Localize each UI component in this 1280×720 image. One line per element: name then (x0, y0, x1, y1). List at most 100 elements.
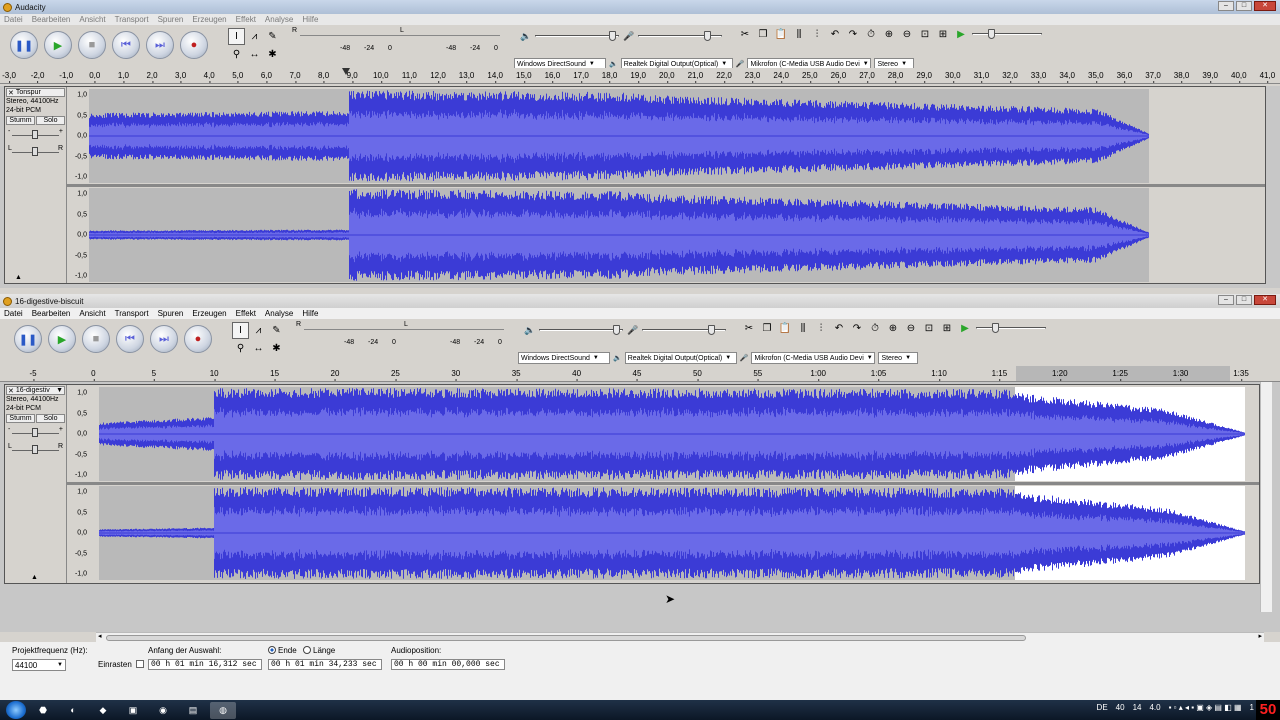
timeline-ruler[interactable]: -5 0 5 10 15 20 25 30 35 40 45 50 55 1:00 1:05 1:10 1:15… (0, 366, 1280, 382)
output-device-select[interactable]: Realtek Digital Output(Optical) ▼ (624, 352, 737, 364)
audio-host-select[interactable]: Windows DirectSound ▼ (518, 352, 610, 364)
audio-position-field[interactable]: 00 h 00 min 00,000 sec (391, 659, 505, 670)
pan-slider[interactable]: LR (8, 443, 63, 457)
silence-icon[interactable]: ⫶ (814, 323, 828, 334)
zoom-tool-icon[interactable]: ⚲ (228, 46, 245, 63)
multi-tool-icon[interactable]: ✱ (264, 46, 281, 63)
close-button[interactable]: ✕ (1254, 295, 1276, 305)
copy-icon[interactable]: ❐ (760, 323, 774, 334)
maximize-button[interactable]: □ (1236, 1, 1252, 11)
record-button[interactable]: ● (184, 325, 212, 353)
track-name-menu[interactable]: ✕ Tonspur (6, 88, 65, 97)
menu-transport[interactable]: Transport (115, 309, 149, 318)
length-radio[interactable] (303, 646, 311, 654)
redo-icon[interactable]: ↷ (846, 29, 860, 40)
menu-hilfe[interactable]: Hilfe (302, 15, 318, 24)
skip-end-button[interactable]: ⏭ (150, 325, 178, 353)
fit-project-icon[interactable]: ⊞ (936, 29, 950, 40)
envelope-tool-icon[interactable]: ⩘ (246, 28, 263, 45)
taskbar-app-3[interactable]: ◆ (90, 702, 116, 719)
gain-slider[interactable]: - + (8, 128, 63, 142)
minimize-button[interactable]: – (1218, 1, 1234, 11)
menu-analyse[interactable]: Analyse (265, 309, 293, 318)
collapse-track-icon[interactable]: ▲ (15, 274, 22, 281)
playback-meter[interactable]: R L (290, 27, 502, 47)
zoom-in-icon[interactable]: ⊕ (886, 323, 900, 334)
playback-position-marker[interactable] (342, 68, 350, 75)
timeline-ruler[interactable]: -3,0 -2,0 -1,0 0,0 1,0 2,0 3,0 4,0 5,0 6,0 7,0 8,0 9… (0, 68, 1280, 84)
paste-icon[interactable]: 📋 (774, 29, 788, 40)
maximize-button[interactable]: □ (1236, 295, 1252, 305)
record-button[interactable]: ● (180, 31, 208, 59)
scroll-right-icon[interactable]: ▸ (1258, 632, 1262, 640)
timeshift-tool-icon[interactable]: ↔ (246, 46, 263, 63)
input-volume-slider[interactable] (638, 30, 723, 42)
waveform-channel[interactable] (89, 188, 1149, 282)
start-button[interactable] (6, 701, 26, 719)
copy-icon[interactable]: ❐ (756, 29, 770, 40)
language-indicator[interactable]: DE (1097, 703, 1108, 712)
playback-meter[interactable]: R L (294, 321, 506, 341)
envelope-tool-icon[interactable]: ⩘ (250, 322, 267, 339)
pause-button[interactable]: ❚❚ (10, 31, 38, 59)
undo-icon[interactable]: ↶ (832, 323, 846, 334)
taskbar-explorer[interactable]: ▤ (180, 702, 206, 719)
play-button[interactable]: ▶ (44, 31, 72, 59)
taskbar-audacity[interactable]: ◍ (210, 701, 236, 719)
record-meter[interactable]: -48 -24 0 -48 -24 0 (290, 45, 502, 65)
draw-tool-icon[interactable]: ✎ (264, 28, 281, 45)
stop-button[interactable]: ■ (82, 325, 110, 353)
play-button[interactable]: ▶ (48, 325, 76, 353)
taskbar-app-2[interactable]: ◐ (60, 702, 86, 719)
title-bar[interactable]: 16-digestive-biscuit – □ ✕ (0, 294, 1280, 308)
silence-icon[interactable]: ⫶ (810, 29, 824, 40)
minimize-button[interactable]: – (1218, 295, 1234, 305)
zoom-tool-icon[interactable]: ⚲ (232, 340, 249, 357)
skip-end-button[interactable]: ⏭ (146, 31, 174, 59)
menu-effekt[interactable]: Effekt (236, 309, 256, 318)
menu-bearbeiten[interactable]: Bearbeiten (32, 309, 71, 318)
play-at-speed-icon[interactable]: ▶ (958, 323, 972, 334)
pan-slider[interactable]: LR (8, 145, 63, 159)
menu-ansicht[interactable]: Ansicht (79, 309, 105, 318)
menu-erzeugen[interactable]: Erzeugen (192, 309, 226, 318)
fit-selection-icon[interactable]: ⊡ (922, 323, 936, 334)
sync-lock-icon[interactable]: ⏱ (864, 29, 878, 40)
menu-effekt[interactable]: Effekt (236, 15, 256, 24)
scroll-left-icon[interactable]: ◂ (98, 632, 102, 640)
selection-start-field[interactable]: 00 h 01 min 16,312 sec (148, 659, 262, 670)
end-radio[interactable] (268, 646, 276, 654)
play-speed-slider[interactable] (976, 322, 1046, 334)
title-bar[interactable]: Audacity – □ ✕ (0, 0, 1280, 14)
cut-icon[interactable]: ✂ (742, 323, 756, 334)
menu-hilfe[interactable]: Hilfe (302, 309, 318, 318)
pause-button[interactable]: ❚❚ (14, 325, 42, 353)
solo-button[interactable]: Solo (36, 116, 65, 125)
menu-analyse[interactable]: Analyse (265, 15, 293, 24)
mute-button[interactable]: Stumm (6, 414, 35, 423)
mute-button[interactable]: Stumm (6, 116, 35, 125)
waveform-channel[interactable] (89, 89, 1149, 183)
input-volume-slider[interactable] (642, 324, 727, 336)
solo-button[interactable]: Solo (36, 414, 65, 423)
menu-bearbeiten[interactable]: Bearbeiten (32, 15, 71, 24)
fit-project-icon[interactable]: ⊞ (940, 323, 954, 334)
close-track-icon[interactable]: ✕ (8, 387, 14, 395)
redo-icon[interactable]: ↷ (850, 323, 864, 334)
play-at-speed-icon[interactable]: ▶ (954, 29, 968, 40)
close-button[interactable]: ✕ (1254, 1, 1276, 11)
selection-tool-icon[interactable]: I (228, 28, 245, 45)
taskbar-app-4[interactable]: ▣ (120, 702, 146, 719)
vertical-scrollbar[interactable] (1260, 382, 1272, 612)
timeshift-tool-icon[interactable]: ↔ (250, 340, 267, 357)
menu-ansicht[interactable]: Ansicht (79, 15, 105, 24)
play-speed-slider[interactable] (972, 28, 1042, 40)
tray-icons[interactable]: ▪ ▫ ▴ ◂ ▪ ▣ ◈ ▤ ◧ ▦ (1169, 703, 1242, 712)
multi-tool-icon[interactable]: ✱ (268, 340, 285, 357)
menu-datei[interactable]: Datei (4, 15, 23, 24)
sync-lock-icon[interactable]: ⏱ (868, 323, 882, 334)
waveform-channel[interactable] (99, 486, 1245, 580)
menu-transport[interactable]: Transport (115, 15, 149, 24)
taskbar-app-5[interactable]: ◉ (150, 702, 176, 719)
collapse-track-icon[interactable]: ▲ (31, 574, 38, 581)
